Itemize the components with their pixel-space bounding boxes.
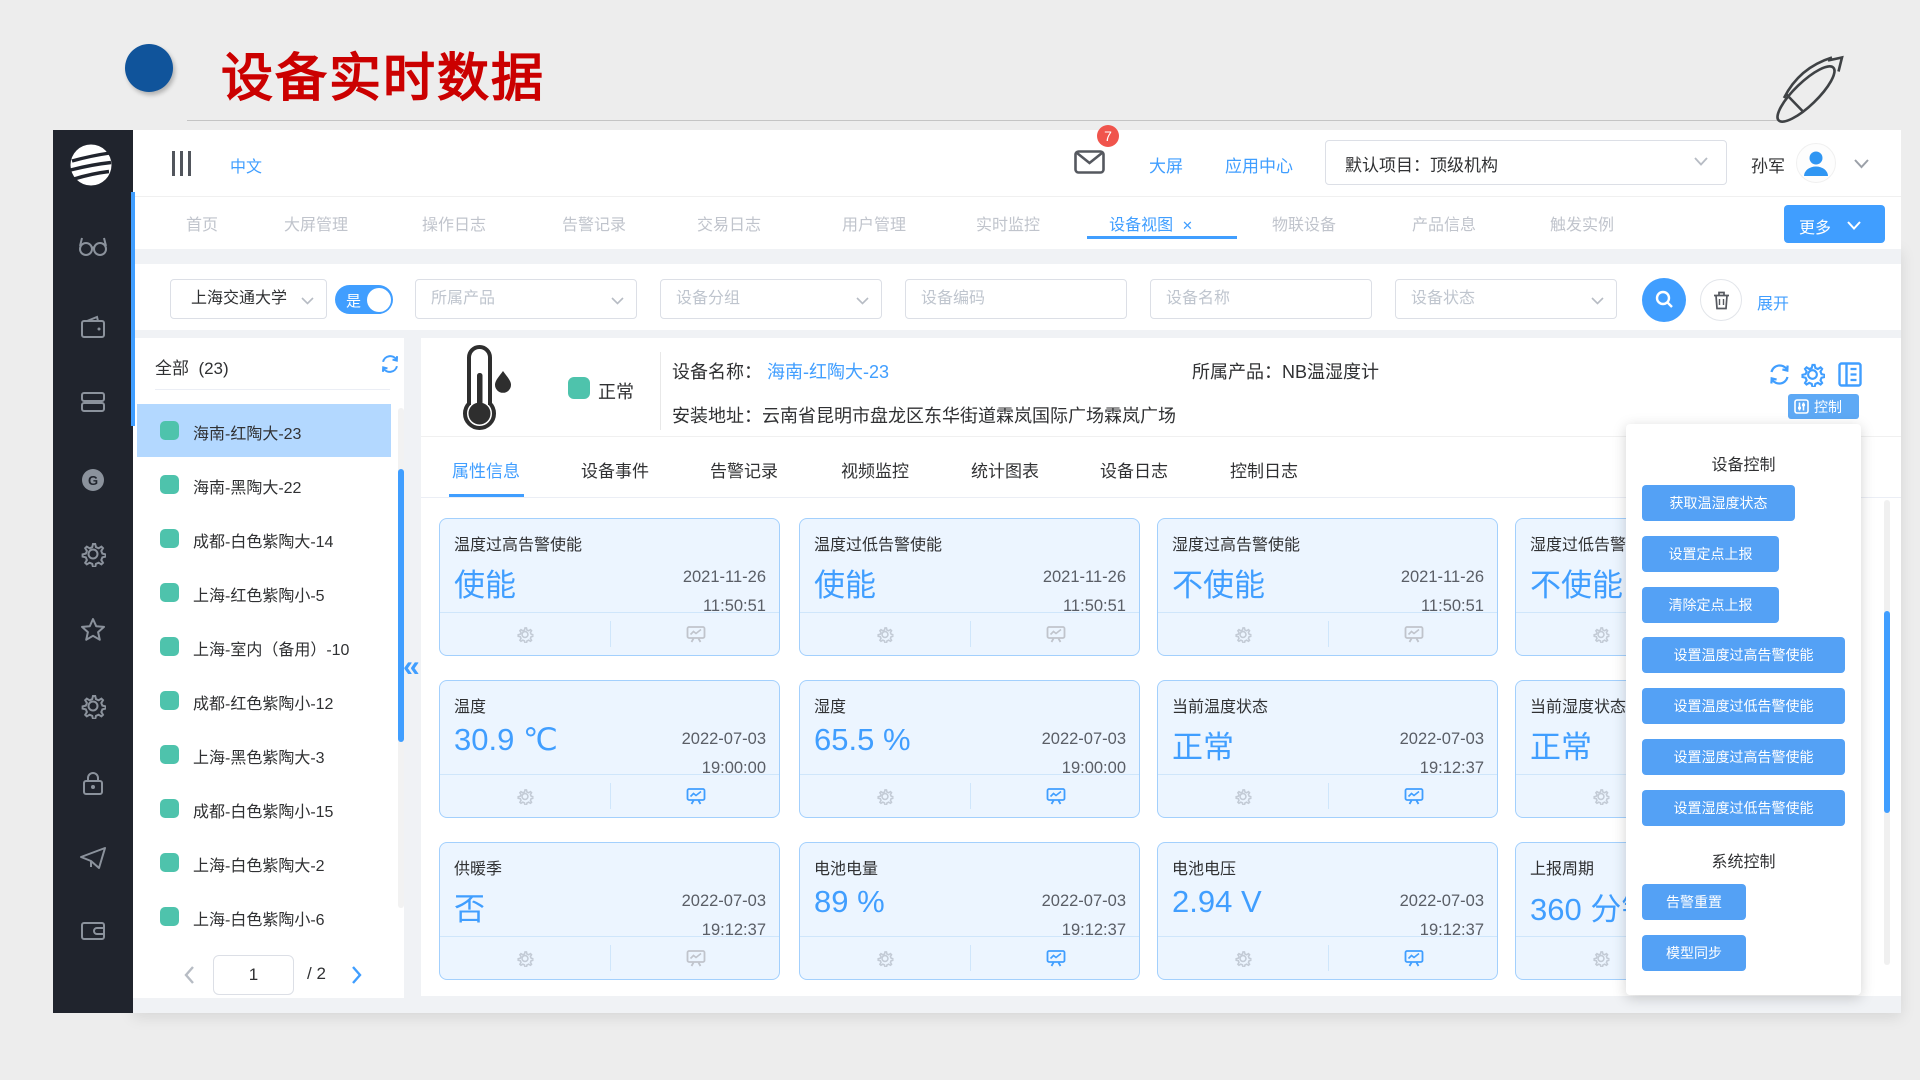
svg-text:G: G	[88, 473, 98, 488]
